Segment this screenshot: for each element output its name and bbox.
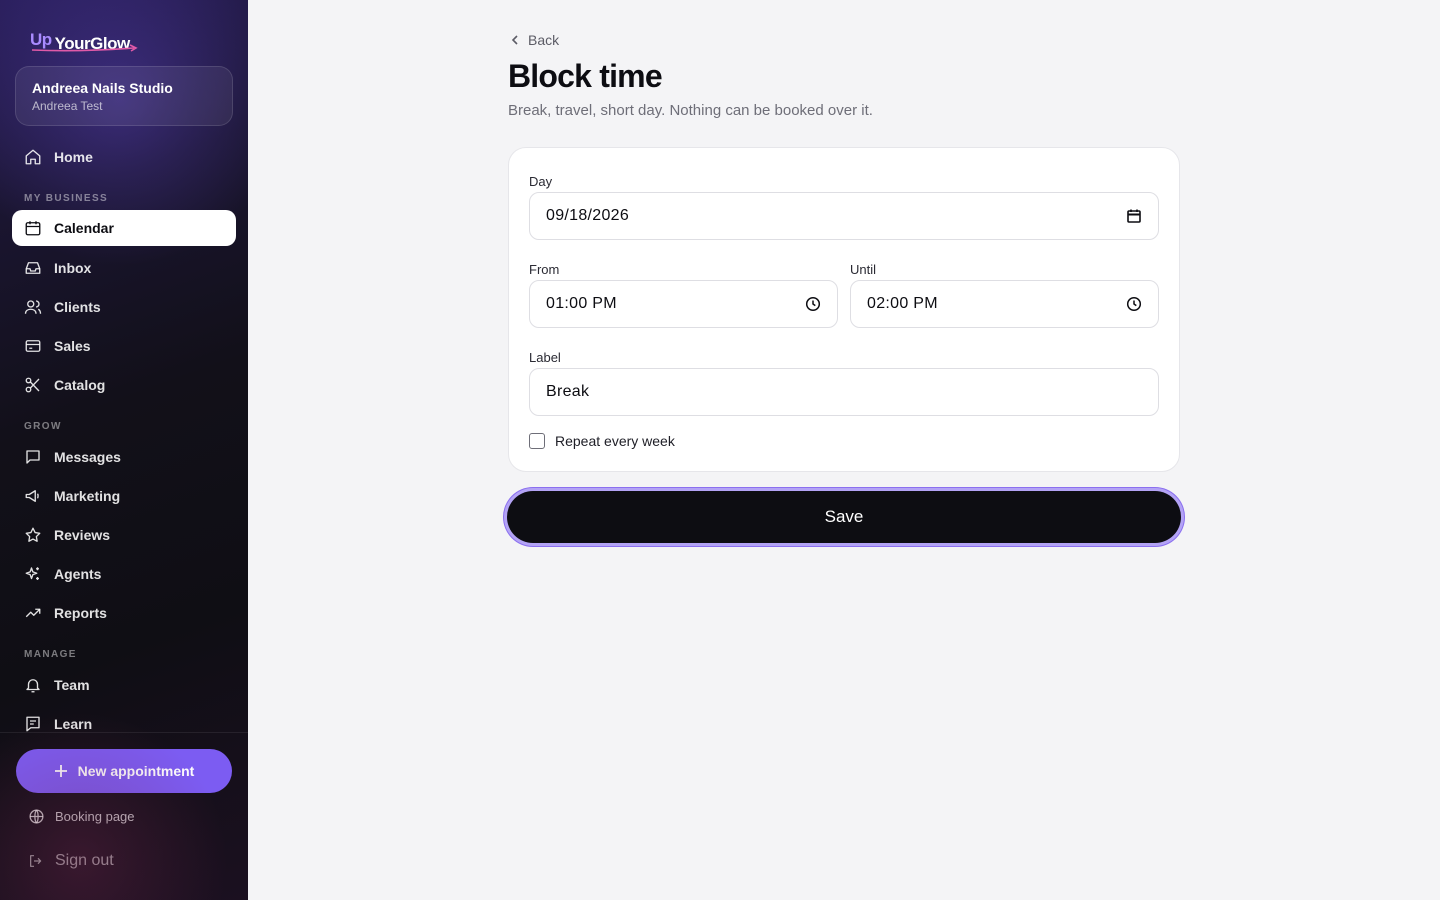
nav-item-learn[interactable]: Learn	[12, 706, 236, 742]
scissors-icon	[24, 376, 42, 394]
booking-page-link[interactable]: Booking page	[28, 808, 135, 825]
nav-item-agents[interactable]: Agents	[12, 556, 236, 592]
nav-label: Messages	[54, 449, 121, 465]
nav-label: Sales	[54, 338, 91, 354]
save-button[interactable]: Save	[507, 491, 1181, 543]
from-value: 01:00 PM	[546, 295, 617, 312]
trending-up-icon	[24, 604, 42, 622]
nav-label: Catalog	[54, 377, 106, 393]
message-icon	[24, 448, 42, 466]
log-out-icon	[28, 853, 44, 869]
users-icon	[24, 298, 42, 316]
studio-switcher[interactable]: Andreea Nails Studio Andreea Test	[15, 66, 233, 126]
sparkles-icon	[24, 565, 42, 583]
nav-section-manage: MANAGE	[24, 649, 77, 660]
repeat-weekly-checkbox[interactable]	[529, 433, 545, 449]
booking-page-label: Booking page	[55, 809, 135, 824]
nav-item-reviews[interactable]: Reviews	[12, 517, 236, 553]
nav-item-clients[interactable]: Clients	[12, 289, 236, 325]
nav-item-reports[interactable]: Reports	[12, 595, 236, 631]
nav-label: Learn	[54, 716, 93, 732]
nav-item-marketing[interactable]: Marketing	[12, 478, 236, 514]
sign-out-label: Sign out	[55, 852, 114, 869]
nav-item-catalog[interactable]: Catalog	[12, 367, 236, 403]
sign-out-button[interactable]: Sign out	[28, 852, 114, 870]
from-label: From	[529, 262, 560, 277]
nav-label: Reviews	[54, 527, 111, 543]
nav-item-sales[interactable]: Sales	[12, 328, 236, 364]
day-value: 09/18/2026	[546, 207, 630, 224]
globe-icon	[28, 808, 45, 825]
bell-icon	[24, 676, 42, 694]
label-input[interactable]: Break	[529, 368, 1159, 416]
nav-label: Calendar	[54, 220, 114, 236]
nav-label: Team	[54, 677, 90, 693]
nav-label: Agents	[54, 566, 102, 582]
document-icon	[24, 715, 42, 733]
new-appointment-button[interactable]: New appointment	[16, 749, 232, 793]
until-label: Until	[850, 262, 877, 277]
nav-label: Reports	[54, 605, 107, 621]
nav-label: Inbox	[54, 260, 92, 276]
nav-label: Marketing	[54, 488, 121, 504]
label-field-label: Label	[529, 350, 561, 365]
clock-icon[interactable]	[805, 296, 821, 312]
sidebar-divider	[0, 732, 248, 733]
calendar-icon	[24, 219, 42, 237]
nav-label: Clients	[54, 299, 101, 315]
until-value: 02:00 PM	[867, 295, 938, 312]
studio-name: Andreea Nails Studio	[32, 80, 173, 96]
star-icon	[24, 526, 42, 544]
nav-item-team[interactable]: Team	[12, 667, 236, 703]
day-label: Day	[529, 174, 553, 189]
nav-section-grow: GROW	[24, 421, 62, 432]
home-icon	[24, 148, 42, 166]
inbox-icon	[24, 259, 42, 277]
repeat-weekly-option[interactable]: Repeat every week	[529, 433, 675, 449]
calendar-picker-icon[interactable]	[1126, 208, 1142, 224]
block-time-form: Day 09/18/2026 From 01:00 PM Until 02:00…	[508, 147, 1180, 472]
credit-card-icon	[24, 337, 42, 355]
plus-icon	[54, 764, 68, 778]
logo-swoosh-icon	[31, 44, 138, 52]
studio-owner: Andreea Test	[32, 99, 103, 113]
back-label: Back	[528, 32, 560, 48]
page-title: Block time	[508, 58, 663, 94]
label-value: Break	[546, 383, 590, 400]
chevron-left-icon	[510, 34, 520, 46]
nav-item-messages[interactable]: Messages	[12, 439, 236, 475]
nav-item-home[interactable]: Home	[12, 139, 236, 175]
app-logo[interactable]: Up YourGlow	[30, 28, 138, 54]
nav-section-my-business: MY BUSINESS	[24, 193, 109, 204]
day-date-input[interactable]: 09/18/2026	[529, 192, 1159, 240]
clock-icon[interactable]	[1126, 296, 1142, 312]
megaphone-icon	[24, 487, 42, 505]
nav-item-inbox[interactable]: Inbox	[12, 250, 236, 286]
nav-item-calendar[interactable]: Calendar	[12, 210, 236, 246]
sidebar: Up YourGlow Andreea Nails Studio Andreea…	[0, 0, 248, 900]
until-time-input[interactable]: 02:00 PM	[850, 280, 1159, 328]
new-appointment-label: New appointment	[77, 763, 195, 779]
from-time-input[interactable]: 01:00 PM	[529, 280, 838, 328]
nav-label: Home	[54, 149, 93, 165]
back-button[interactable]: Back	[510, 32, 559, 48]
page-subtitle: Break, travel, short day. Nothing can be…	[508, 102, 873, 119]
repeat-weekly-label: Repeat every week	[555, 433, 675, 449]
